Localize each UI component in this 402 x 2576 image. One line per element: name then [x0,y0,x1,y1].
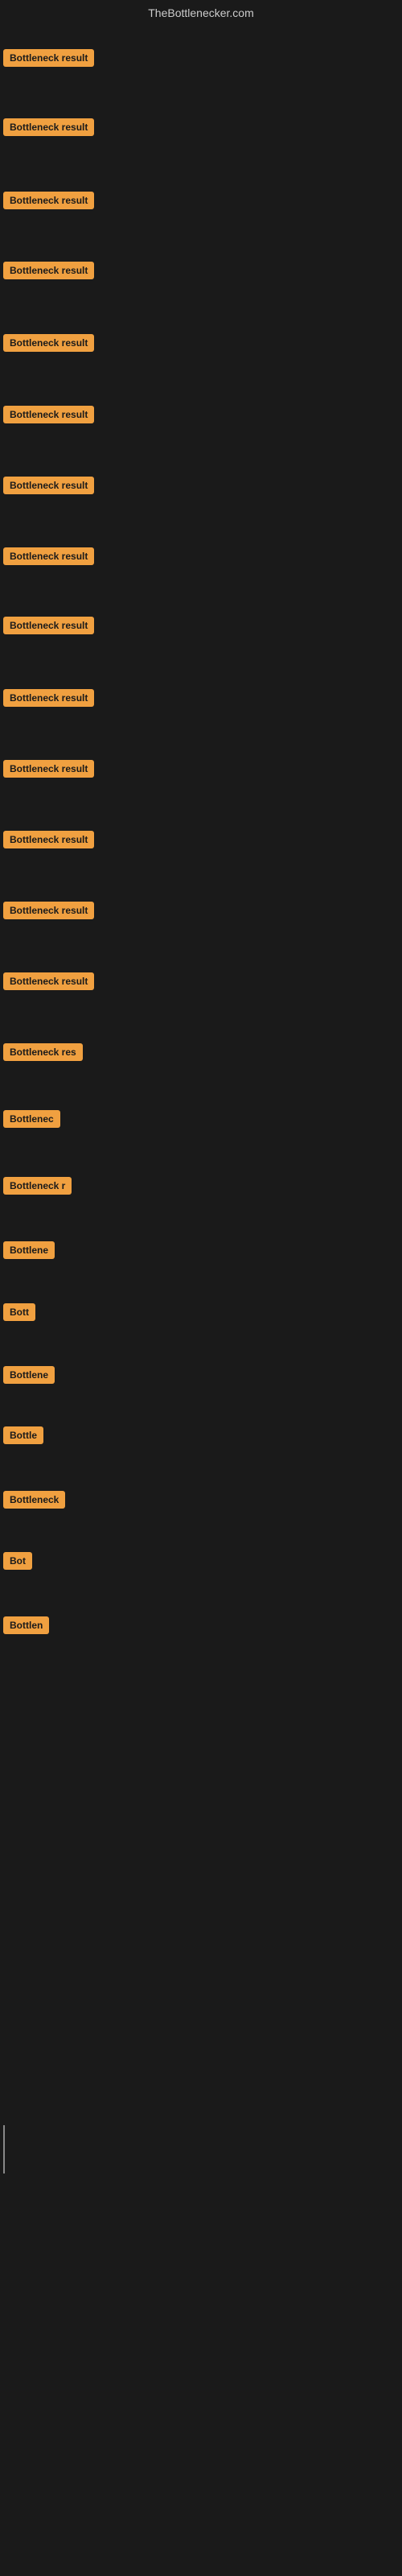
bottleneck-item-10[interactable]: Bottleneck result [0,686,97,710]
bottleneck-badge[interactable]: Bottleneck result [3,192,94,209]
bottleneck-item-17[interactable]: Bottleneck r [0,1174,75,1198]
bottleneck-badge[interactable]: Bottleneck [3,1491,65,1509]
bottleneck-item-9[interactable]: Bottleneck result [0,613,97,638]
bottleneck-item-11[interactable]: Bottleneck result [0,757,97,781]
bottleneck-badge[interactable]: Bottleneck result [3,262,94,279]
bottleneck-item-3[interactable]: Bottleneck result [0,188,97,213]
bottleneck-item-7[interactable]: Bottleneck result [0,473,97,497]
bottleneck-badge[interactable]: Bottleneck result [3,118,94,136]
bottleneck-item-1[interactable]: Bottleneck result [0,46,97,70]
bottleneck-item-22[interactable]: Bottleneck [0,1488,68,1512]
bottleneck-item-8[interactable]: Bottleneck result [0,544,97,568]
bottleneck-badge[interactable]: Bottleneck result [3,334,94,352]
bottleneck-badge[interactable]: Bottlene [3,1241,55,1259]
bottleneck-badge[interactable]: Bottleneck r [3,1177,72,1195]
bottleneck-item-2[interactable]: Bottleneck result [0,115,97,139]
bottleneck-item-14[interactable]: Bottleneck result [0,969,97,993]
cursor-line [3,2125,5,2174]
bottleneck-item-19[interactable]: Bott [0,1300,39,1324]
bottleneck-badge[interactable]: Bottleneck result [3,760,94,778]
bottleneck-badge[interactable]: Bottleneck result [3,547,94,565]
bottleneck-item-23[interactable]: Bot [0,1549,35,1573]
bottleneck-badge[interactable]: Bottle [3,1426,43,1444]
bottleneck-item-4[interactable]: Bottleneck result [0,258,97,283]
bottleneck-badge[interactable]: Bottlene [3,1366,55,1384]
bottleneck-item-24[interactable]: Bottlen [0,1613,52,1637]
bottleneck-badge[interactable]: Bottleneck result [3,406,94,423]
bottleneck-badge[interactable]: Bottleneck result [3,902,94,919]
bottleneck-item-15[interactable]: Bottleneck res [0,1040,86,1064]
bottleneck-badge[interactable]: Bottleneck res [3,1043,83,1061]
bottleneck-item-16[interactable]: Bottlenec [0,1107,64,1131]
bottleneck-badge[interactable]: Bottlenec [3,1110,60,1128]
bottleneck-badge[interactable]: Bottleneck result [3,689,94,707]
site-header: TheBottlenecker.com [0,0,402,23]
bottleneck-badge[interactable]: Bottleneck result [3,831,94,848]
bottleneck-badge[interactable]: Bottleneck result [3,49,94,67]
bottleneck-badge[interactable]: Bott [3,1303,35,1321]
bottleneck-item-20[interactable]: Bottlene [0,1363,58,1387]
bottleneck-item-6[interactable]: Bottleneck result [0,402,97,427]
bottleneck-item-5[interactable]: Bottleneck result [0,331,97,355]
site-title: TheBottlenecker.com [148,6,254,19]
bottleneck-badge[interactable]: Bottlen [3,1616,49,1634]
bottleneck-item-21[interactable]: Bottle [0,1423,47,1447]
bottleneck-badge[interactable]: Bottleneck result [3,972,94,990]
bottleneck-badge[interactable]: Bot [3,1552,32,1570]
bottleneck-item-13[interactable]: Bottleneck result [0,898,97,923]
bottleneck-badge[interactable]: Bottleneck result [3,617,94,634]
bottleneck-item-18[interactable]: Bottlene [0,1238,58,1262]
bottleneck-badge[interactable]: Bottleneck result [3,477,94,494]
bottleneck-item-12[interactable]: Bottleneck result [0,828,97,852]
